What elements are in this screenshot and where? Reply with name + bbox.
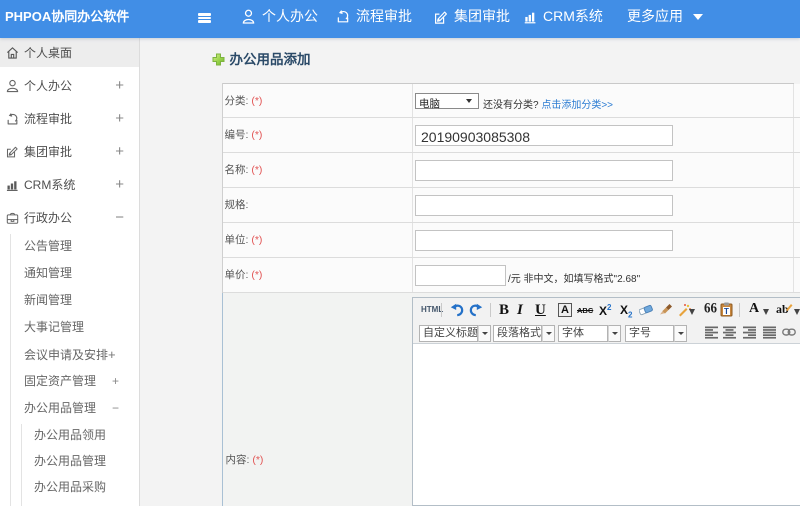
svg-text:T: T	[724, 307, 729, 316]
